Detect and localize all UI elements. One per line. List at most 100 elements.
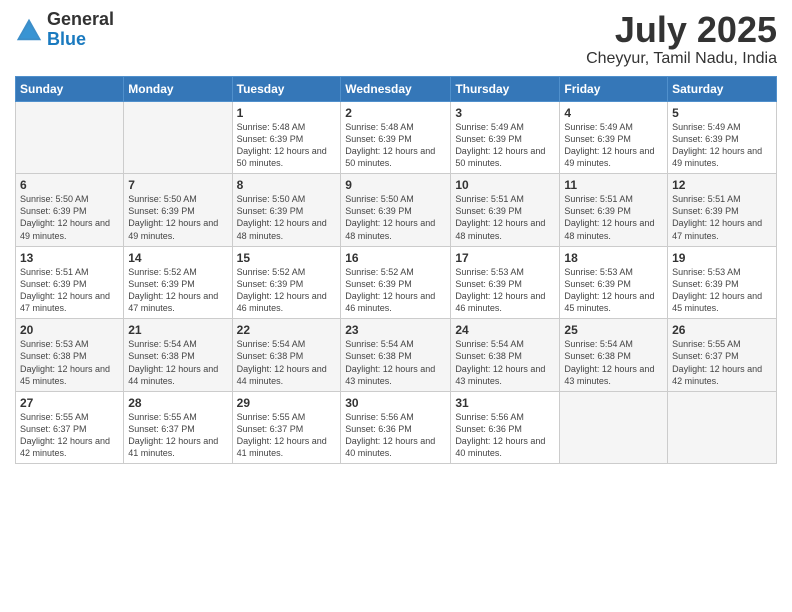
calendar-header-saturday: Saturday <box>668 76 777 101</box>
day-number: 15 <box>237 251 337 265</box>
calendar-table: SundayMondayTuesdayWednesdayThursdayFrid… <box>15 76 777 465</box>
day-number: 9 <box>345 178 446 192</box>
calendar-cell: 2Sunrise: 5:48 AM Sunset: 6:39 PM Daylig… <box>341 101 451 174</box>
calendar-header-wednesday: Wednesday <box>341 76 451 101</box>
day-number: 5 <box>672 106 772 120</box>
day-number: 3 <box>455 106 555 120</box>
calendar-week-row: 13Sunrise: 5:51 AM Sunset: 6:39 PM Dayli… <box>16 246 777 319</box>
day-info: Sunrise: 5:53 AM Sunset: 6:39 PM Dayligh… <box>564 266 663 315</box>
day-info: Sunrise: 5:48 AM Sunset: 6:39 PM Dayligh… <box>237 121 337 170</box>
calendar-cell: 12Sunrise: 5:51 AM Sunset: 6:39 PM Dayli… <box>668 174 777 247</box>
calendar-cell: 19Sunrise: 5:53 AM Sunset: 6:39 PM Dayli… <box>668 246 777 319</box>
day-number: 11 <box>564 178 663 192</box>
calendar-cell: 13Sunrise: 5:51 AM Sunset: 6:39 PM Dayli… <box>16 246 124 319</box>
day-info: Sunrise: 5:56 AM Sunset: 6:36 PM Dayligh… <box>455 411 555 460</box>
day-number: 6 <box>20 178 119 192</box>
day-info: Sunrise: 5:52 AM Sunset: 6:39 PM Dayligh… <box>345 266 446 315</box>
day-info: Sunrise: 5:50 AM Sunset: 6:39 PM Dayligh… <box>128 193 227 242</box>
day-info: Sunrise: 5:53 AM Sunset: 6:39 PM Dayligh… <box>672 266 772 315</box>
day-number: 18 <box>564 251 663 265</box>
day-number: 7 <box>128 178 227 192</box>
calendar-cell: 15Sunrise: 5:52 AM Sunset: 6:39 PM Dayli… <box>232 246 341 319</box>
calendar-cell: 10Sunrise: 5:51 AM Sunset: 6:39 PM Dayli… <box>451 174 560 247</box>
logo-blue-text: Blue <box>47 30 114 50</box>
calendar-week-row: 27Sunrise: 5:55 AM Sunset: 6:37 PM Dayli… <box>16 391 777 464</box>
page: General Blue July 2025 Cheyyur, Tamil Na… <box>0 0 792 612</box>
day-number: 12 <box>672 178 772 192</box>
day-info: Sunrise: 5:51 AM Sunset: 6:39 PM Dayligh… <box>20 266 119 315</box>
calendar-cell: 5Sunrise: 5:49 AM Sunset: 6:39 PM Daylig… <box>668 101 777 174</box>
day-info: Sunrise: 5:55 AM Sunset: 6:37 PM Dayligh… <box>128 411 227 460</box>
calendar-header-thursday: Thursday <box>451 76 560 101</box>
day-info: Sunrise: 5:55 AM Sunset: 6:37 PM Dayligh… <box>20 411 119 460</box>
calendar-cell: 20Sunrise: 5:53 AM Sunset: 6:38 PM Dayli… <box>16 319 124 392</box>
calendar-cell: 8Sunrise: 5:50 AM Sunset: 6:39 PM Daylig… <box>232 174 341 247</box>
day-info: Sunrise: 5:50 AM Sunset: 6:39 PM Dayligh… <box>20 193 119 242</box>
day-info: Sunrise: 5:54 AM Sunset: 6:38 PM Dayligh… <box>237 338 337 387</box>
header: General Blue July 2025 Cheyyur, Tamil Na… <box>15 10 777 68</box>
day-info: Sunrise: 5:49 AM Sunset: 6:39 PM Dayligh… <box>564 121 663 170</box>
calendar-cell: 6Sunrise: 5:50 AM Sunset: 6:39 PM Daylig… <box>16 174 124 247</box>
day-number: 21 <box>128 323 227 337</box>
day-number: 4 <box>564 106 663 120</box>
logo-general-text: General <box>47 10 114 30</box>
calendar-header-monday: Monday <box>124 76 232 101</box>
calendar-cell: 14Sunrise: 5:52 AM Sunset: 6:39 PM Dayli… <box>124 246 232 319</box>
day-info: Sunrise: 5:49 AM Sunset: 6:39 PM Dayligh… <box>672 121 772 170</box>
calendar-cell: 16Sunrise: 5:52 AM Sunset: 6:39 PM Dayli… <box>341 246 451 319</box>
day-number: 26 <box>672 323 772 337</box>
calendar-cell: 26Sunrise: 5:55 AM Sunset: 6:37 PM Dayli… <box>668 319 777 392</box>
day-number: 1 <box>237 106 337 120</box>
day-number: 31 <box>455 396 555 410</box>
day-info: Sunrise: 5:48 AM Sunset: 6:39 PM Dayligh… <box>345 121 446 170</box>
calendar-cell: 1Sunrise: 5:48 AM Sunset: 6:39 PM Daylig… <box>232 101 341 174</box>
day-info: Sunrise: 5:49 AM Sunset: 6:39 PM Dayligh… <box>455 121 555 170</box>
day-info: Sunrise: 5:53 AM Sunset: 6:38 PM Dayligh… <box>20 338 119 387</box>
day-number: 23 <box>345 323 446 337</box>
calendar-cell: 29Sunrise: 5:55 AM Sunset: 6:37 PM Dayli… <box>232 391 341 464</box>
day-info: Sunrise: 5:52 AM Sunset: 6:39 PM Dayligh… <box>128 266 227 315</box>
day-info: Sunrise: 5:56 AM Sunset: 6:36 PM Dayligh… <box>345 411 446 460</box>
calendar-cell <box>16 101 124 174</box>
logo-text: General Blue <box>47 10 114 50</box>
calendar-cell <box>560 391 668 464</box>
calendar-cell: 11Sunrise: 5:51 AM Sunset: 6:39 PM Dayli… <box>560 174 668 247</box>
day-number: 8 <box>237 178 337 192</box>
calendar-cell: 30Sunrise: 5:56 AM Sunset: 6:36 PM Dayli… <box>341 391 451 464</box>
day-number: 10 <box>455 178 555 192</box>
calendar-cell: 22Sunrise: 5:54 AM Sunset: 6:38 PM Dayli… <box>232 319 341 392</box>
calendar-cell <box>124 101 232 174</box>
calendar-cell: 3Sunrise: 5:49 AM Sunset: 6:39 PM Daylig… <box>451 101 560 174</box>
calendar-cell: 9Sunrise: 5:50 AM Sunset: 6:39 PM Daylig… <box>341 174 451 247</box>
day-info: Sunrise: 5:51 AM Sunset: 6:39 PM Dayligh… <box>455 193 555 242</box>
day-info: Sunrise: 5:55 AM Sunset: 6:37 PM Dayligh… <box>237 411 337 460</box>
day-info: Sunrise: 5:55 AM Sunset: 6:37 PM Dayligh… <box>672 338 772 387</box>
day-info: Sunrise: 5:51 AM Sunset: 6:39 PM Dayligh… <box>564 193 663 242</box>
day-info: Sunrise: 5:54 AM Sunset: 6:38 PM Dayligh… <box>455 338 555 387</box>
day-number: 27 <box>20 396 119 410</box>
day-number: 13 <box>20 251 119 265</box>
title-block: July 2025 Cheyyur, Tamil Nadu, India <box>586 10 777 68</box>
day-number: 28 <box>128 396 227 410</box>
month-title: July 2025 <box>586 10 777 50</box>
calendar-cell: 31Sunrise: 5:56 AM Sunset: 6:36 PM Dayli… <box>451 391 560 464</box>
calendar-cell: 24Sunrise: 5:54 AM Sunset: 6:38 PM Dayli… <box>451 319 560 392</box>
calendar-cell <box>668 391 777 464</box>
day-number: 24 <box>455 323 555 337</box>
day-info: Sunrise: 5:53 AM Sunset: 6:39 PM Dayligh… <box>455 266 555 315</box>
calendar-cell: 17Sunrise: 5:53 AM Sunset: 6:39 PM Dayli… <box>451 246 560 319</box>
calendar-cell: 4Sunrise: 5:49 AM Sunset: 6:39 PM Daylig… <box>560 101 668 174</box>
calendar-header-row: SundayMondayTuesdayWednesdayThursdayFrid… <box>16 76 777 101</box>
day-number: 16 <box>345 251 446 265</box>
calendar-cell: 28Sunrise: 5:55 AM Sunset: 6:37 PM Dayli… <box>124 391 232 464</box>
day-info: Sunrise: 5:50 AM Sunset: 6:39 PM Dayligh… <box>237 193 337 242</box>
calendar-header-tuesday: Tuesday <box>232 76 341 101</box>
calendar-cell: 23Sunrise: 5:54 AM Sunset: 6:38 PM Dayli… <box>341 319 451 392</box>
day-number: 17 <box>455 251 555 265</box>
day-number: 20 <box>20 323 119 337</box>
day-info: Sunrise: 5:50 AM Sunset: 6:39 PM Dayligh… <box>345 193 446 242</box>
day-info: Sunrise: 5:52 AM Sunset: 6:39 PM Dayligh… <box>237 266 337 315</box>
calendar-week-row: 6Sunrise: 5:50 AM Sunset: 6:39 PM Daylig… <box>16 174 777 247</box>
day-number: 14 <box>128 251 227 265</box>
logo: General Blue <box>15 10 114 50</box>
